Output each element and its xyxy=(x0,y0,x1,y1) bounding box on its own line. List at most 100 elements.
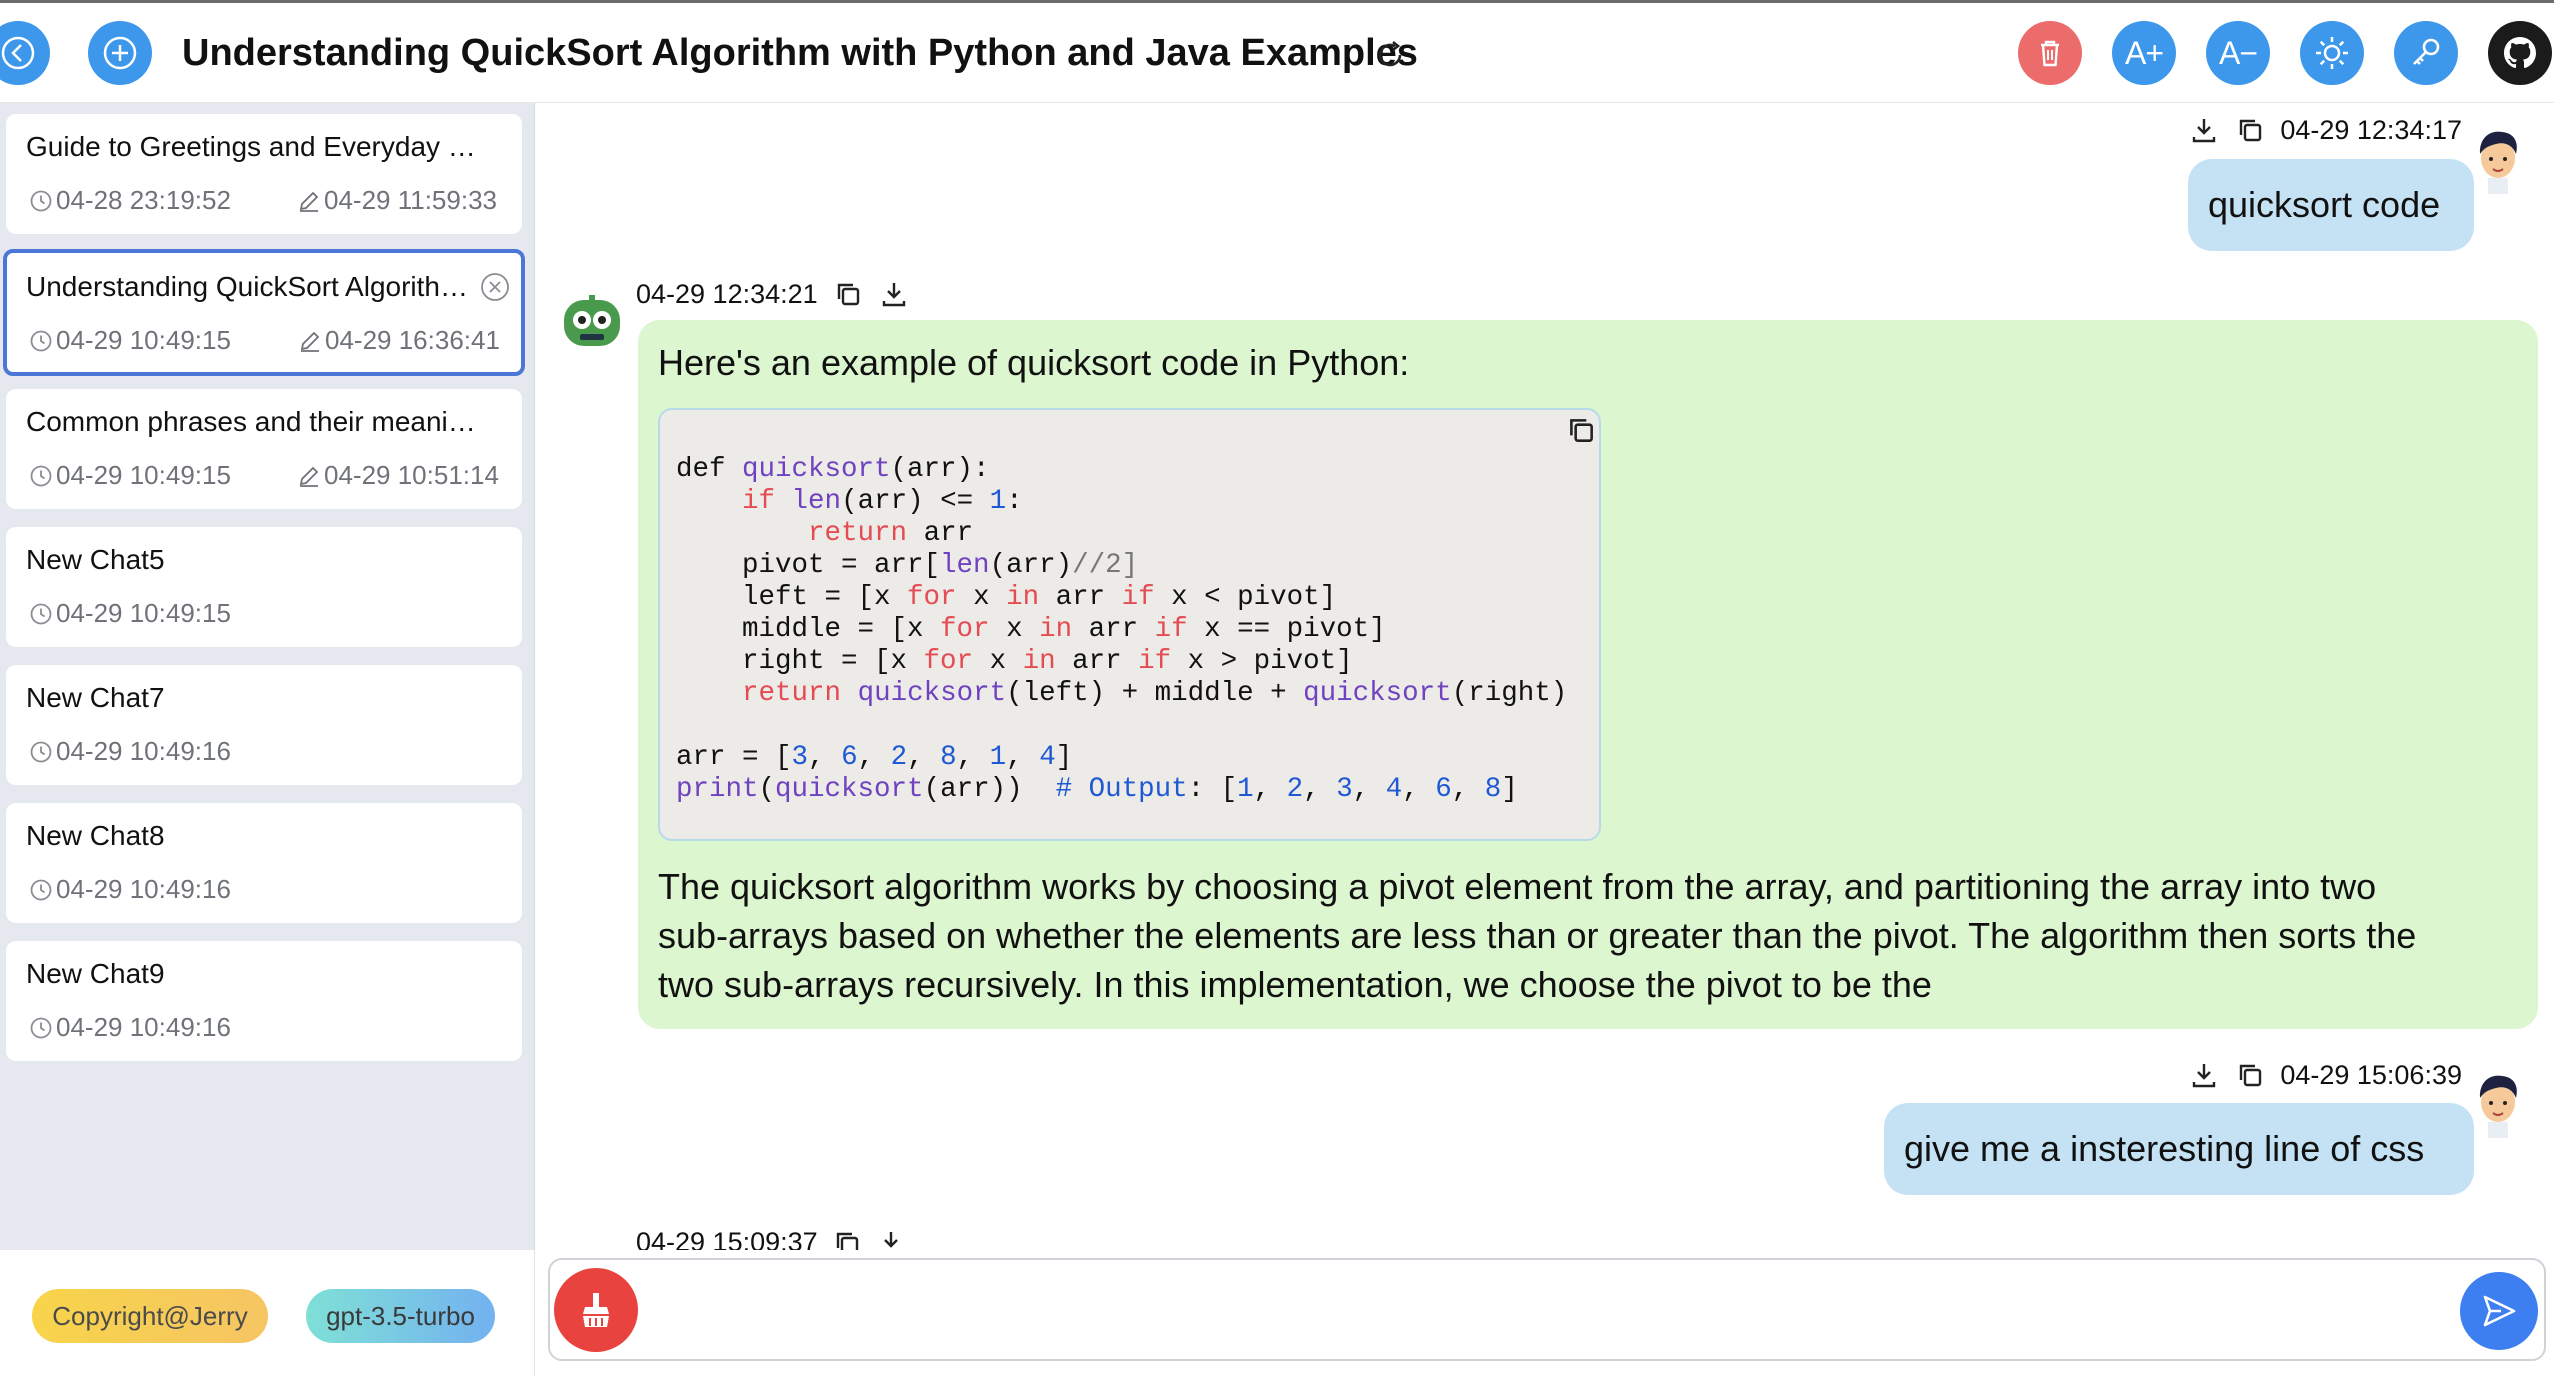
bot-avatar xyxy=(558,294,626,350)
copy-icon xyxy=(1570,419,1593,442)
chat-list-item[interactable]: Common phrases and their meani… 04-29 10… xyxy=(6,389,522,509)
clock-icon xyxy=(30,1017,52,1038)
download-button[interactable] xyxy=(2188,1059,2220,1091)
back-button[interactable] xyxy=(0,21,50,85)
user-message-bubble: quicksort code xyxy=(2188,159,2474,251)
clock-icon xyxy=(30,603,52,624)
download-icon xyxy=(879,1231,902,1250)
chat-title: New Chat7 xyxy=(26,682,165,713)
message-meta: 04-29 15:06:39 xyxy=(2188,1059,2462,1091)
chat-edited: 04-29 10:51:14 xyxy=(296,460,499,491)
chat-edited-time: 04-29 16:36:41 xyxy=(325,325,500,355)
message-meta: 04-29 15:09:37 xyxy=(636,1227,906,1250)
copy-icon xyxy=(836,1232,858,1250)
chat-created-time: 04-28 23:19:52 xyxy=(56,185,231,215)
clock-icon xyxy=(30,330,52,351)
message-time: 04-29 12:34:17 xyxy=(2280,114,2462,145)
sidebar-footer: Copyright@Jerry gpt-3.5-turbo xyxy=(0,1250,535,1376)
assistant-paragraph-line: two sub-arrays recursively. In this impl… xyxy=(658,964,1932,1005)
copy-code-button[interactable] xyxy=(1565,414,1597,446)
download-icon xyxy=(882,283,905,307)
download-button[interactable] xyxy=(2188,114,2220,146)
pencil-icon xyxy=(299,191,319,212)
chat-created-time: 04-29 10:49:16 xyxy=(56,1012,231,1042)
delete-chat-icon-button[interactable] xyxy=(479,271,511,303)
message-time: 04-29 15:06:39 xyxy=(2280,1059,2462,1090)
user-message-text: give me a insteresting line of css xyxy=(1904,1128,2425,1169)
chat-created: 04-28 23:19:52 xyxy=(28,185,231,216)
copy-icon xyxy=(2240,119,2262,142)
assistant-paragraph-line: The quicksort algorithm works by choosin… xyxy=(658,866,2377,907)
chat-created-time: 04-29 10:49:15 xyxy=(56,325,231,355)
user-avatar-icon xyxy=(2479,131,2517,194)
copy-button[interactable] xyxy=(832,278,864,310)
chat-list-item[interactable]: New Chat5 04-29 10:49:15 xyxy=(6,527,522,647)
message-composer xyxy=(548,1258,2546,1361)
pencil-icon xyxy=(300,331,320,352)
chat-title: Guide to Greetings and Everyday … xyxy=(26,131,476,162)
refresh-button[interactable] xyxy=(1372,37,1408,73)
chat-list-item[interactable]: Guide to Greetings and Everyday … 04-28 … xyxy=(6,114,522,234)
chat-created-time: 04-29 10:49:16 xyxy=(56,874,231,904)
user-avatar xyxy=(2470,126,2526,196)
send-button[interactable] xyxy=(2460,1272,2538,1350)
chat-created: 04-29 10:49:15 xyxy=(28,598,231,629)
robot-icon xyxy=(564,295,620,346)
chat-created: 04-29 10:49:16 xyxy=(28,736,231,767)
user-avatar xyxy=(2470,1070,2526,1140)
chat-created: 04-29 10:49:15 xyxy=(28,325,231,356)
assistant-paragraph: The quicksort algorithm works by choosin… xyxy=(658,862,2416,1009)
chat-list-item[interactable]: New Chat7 04-29 10:49:16 xyxy=(6,665,522,785)
copy-icon xyxy=(2240,1064,2262,1087)
refresh-icon xyxy=(1378,40,1402,67)
copy-button[interactable] xyxy=(2234,114,2266,146)
font-increase-button[interactable]: A+ xyxy=(2112,21,2176,85)
theme-toggle-button[interactable] xyxy=(2300,21,2364,85)
copy-button[interactable] xyxy=(2234,1059,2266,1091)
broom-icon xyxy=(583,1293,609,1327)
chat-list-item[interactable]: New Chat9 04-29 10:49:16 xyxy=(6,941,522,1061)
clock-icon xyxy=(30,879,52,900)
clock-icon xyxy=(30,190,52,211)
page-title: Understanding QuickSort Algorithm with P… xyxy=(182,32,1418,74)
font-increase-label: A+ xyxy=(2124,35,2164,71)
copyright-badge[interactable]: Copyright@Jerry xyxy=(32,1289,268,1343)
user-message-text: quicksort code xyxy=(2208,184,2441,225)
assistant-message-bubble: Here's an example of quicksort code in P… xyxy=(638,320,2538,1029)
user-message-bubble: give me a insteresting line of css xyxy=(1884,1103,2474,1195)
top-bar: Understanding QuickSort Algorithm with P… xyxy=(0,0,2554,103)
chat-edited: 04-29 11:59:33 xyxy=(296,185,497,216)
chat-title: New Chat9 xyxy=(26,958,165,989)
download-icon xyxy=(2193,1064,2216,1088)
chat-title: New Chat5 xyxy=(26,544,165,575)
chat-created-time: 04-29 10:49:15 xyxy=(56,598,231,628)
chevron-left-icon xyxy=(1,36,35,70)
code-block: def quicksort(arr): if len(arr) <= 1: re… xyxy=(658,408,1601,841)
chat-title: New Chat8 xyxy=(26,820,165,851)
message-input[interactable] xyxy=(650,1280,2410,1340)
chat-title: Common phrases and their meani… xyxy=(26,406,476,437)
clock-icon xyxy=(30,741,52,762)
close-circle-icon xyxy=(481,273,509,301)
model-selector[interactable]: gpt-3.5-turbo xyxy=(306,1289,495,1343)
api-key-button[interactable] xyxy=(2394,21,2458,85)
message-meta: 04-29 12:34:21 xyxy=(636,278,910,310)
chat-created-time: 04-29 10:49:16 xyxy=(56,736,231,766)
font-decrease-label: A− xyxy=(2218,35,2258,71)
chat-edited-time: 04-29 10:51:14 xyxy=(324,460,499,490)
chat-list-item-active[interactable]: Understanding QuickSort Algorith… 04-29 … xyxy=(3,249,525,376)
delete-chat-button[interactable] xyxy=(2018,21,2082,85)
download-button[interactable] xyxy=(878,278,910,310)
font-decrease-button[interactable]: A− xyxy=(2206,21,2270,85)
chat-created: 04-29 10:49:15 xyxy=(28,460,231,491)
chat-list-item[interactable]: New Chat8 04-29 10:49:16 xyxy=(6,803,522,923)
assistant-paragraph-line: sub-arrays based on whether the elements… xyxy=(658,915,2417,956)
github-button[interactable] xyxy=(2488,21,2552,85)
clear-input-button[interactable] xyxy=(554,1268,638,1352)
chat-created: 04-29 10:49:16 xyxy=(28,874,231,905)
chat-edited-time: 04-29 11:59:33 xyxy=(324,185,497,215)
new-chat-button[interactable] xyxy=(88,21,152,85)
plus-circle-icon xyxy=(103,36,137,70)
message-time: 04-29 12:34:21 xyxy=(636,278,818,309)
assistant-intro-text: Here's an example of quicksort code in P… xyxy=(658,342,1410,383)
